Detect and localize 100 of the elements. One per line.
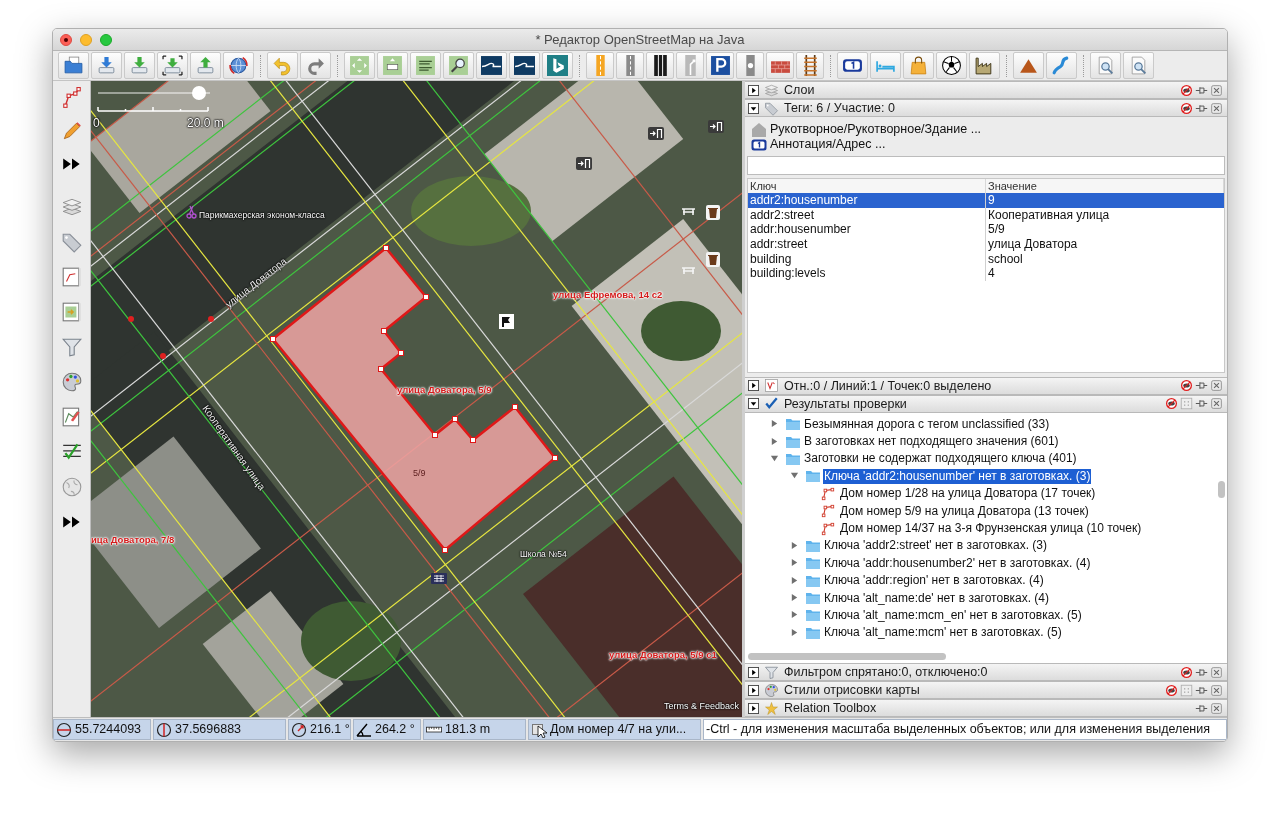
open-location-button[interactable] <box>91 52 122 79</box>
table-row[interactable]: building:levels 4 <box>748 266 1224 282</box>
close-icon[interactable] <box>1210 83 1223 97</box>
expand-toggle-icon[interactable] <box>748 684 759 696</box>
expand-toggle-icon[interactable] <box>748 380 759 391</box>
expand-arrow-icon[interactable] <box>789 575 799 585</box>
hide-icon[interactable] <box>1180 101 1193 115</box>
layers-icon <box>764 82 779 98</box>
tree-item[interactable]: Ключа 'alt_name:de' нет в заготовках. (4) <box>823 590 1051 606</box>
close-icon[interactable] <box>1210 665 1223 679</box>
preset-button[interactable] <box>706 52 734 79</box>
horizontal-scrollbar-thumb[interactable] <box>748 652 946 660</box>
update-button[interactable] <box>223 52 254 79</box>
hide-icon[interactable] <box>1180 665 1193 679</box>
expand-arrow-icon[interactable] <box>789 593 799 603</box>
expand-arrow-icon[interactable] <box>769 436 779 446</box>
tree-item[interactable]: Ключа 'addr:housenumber2' нет в заготовках. (4) <box>823 555 1092 571</box>
table-row[interactable]: building school <box>748 251 1224 267</box>
longitude-icon <box>156 721 172 738</box>
map-edit-icon[interactable] <box>60 405 83 428</box>
vertical-scrollbar-thumb[interactable] <box>1217 480 1225 498</box>
search-field[interactable] <box>747 156 1225 175</box>
hide-icon[interactable] <box>1180 83 1193 97</box>
tree-item[interactable]: Ключа 'addr:region' нет в заготовках. (4) <box>823 573 1045 589</box>
imagery-button[interactable] <box>509 52 540 79</box>
imagery-list-icon[interactable] <box>60 300 83 323</box>
collapse-toggle-icon[interactable] <box>748 398 759 409</box>
pin-icon[interactable] <box>1195 379 1208 392</box>
angle-value: 264.2 ° <box>375 721 415 739</box>
table-cell-text: улица Доватора <box>987 237 1079 252</box>
table-row[interactable]: addr2:street Кооперативная улица <box>748 207 1224 223</box>
tree-item[interactable]: Ключа 'alt_name:mcm_en' нет в заготовках. (5) <box>823 608 1083 623</box>
table-row[interactable]: addr2:housenumber 9 <box>748 193 1224 208</box>
tree-item[interactable]: Ключа 'addr2:street' нет в заготовках. (3) <box>823 538 1048 554</box>
folder-icon <box>805 591 821 606</box>
upload-button[interactable] <box>190 52 221 79</box>
folder-icon <box>805 538 821 553</box>
nodes-list-icon[interactable] <box>60 265 83 288</box>
open-button[interactable] <box>58 52 89 79</box>
bench-icon <box>681 206 696 216</box>
table-row[interactable]: addr:housenumber 5/9 <box>748 222 1224 238</box>
expand-toggle-icon[interactable] <box>748 702 759 714</box>
collapse-toggle-icon[interactable] <box>748 102 759 114</box>
close-icon[interactable] <box>1210 701 1223 715</box>
imagery-button[interactable] <box>410 52 441 79</box>
preset-button[interactable] <box>936 52 967 79</box>
hide-icon[interactable] <box>1180 379 1193 392</box>
tree-item[interactable]: Заготовки не содержат подходящего ключа (401) <box>803 451 1078 467</box>
tree-item[interactable]: Дом номер 14/37 на 3-я Фрунзенская улица (10 точек) <box>839 521 1143 537</box>
preset-button[interactable] <box>646 52 674 79</box>
expand-toggle-icon[interactable] <box>748 84 759 96</box>
tree-item[interactable]: В заготовках нет подходящего значения (601) <box>803 434 1060 450</box>
imagery-layer-icon <box>415 55 436 76</box>
way-nodes-icon[interactable] <box>60 86 83 109</box>
download-area-button[interactable] <box>157 52 188 79</box>
tree-item[interactable]: Дом номер 1/28 на улица Доватора (17 точек) <box>839 486 1097 502</box>
expand-arrow-icon[interactable] <box>789 540 799 550</box>
poi-label: Школа №54 <box>520 548 567 560</box>
tree-item[interactable]: Ключа 'addr2:housenumber' нет в заготовках. (3) <box>823 468 1092 484</box>
collapse-arrow-icon[interactable] <box>789 471 799 481</box>
undo-icon <box>272 55 293 76</box>
entrance-icon <box>648 127 664 140</box>
tree-item[interactable]: Ключа 'alt_name:mcm' нет в заготовках. (5) <box>823 625 1063 641</box>
preset-button[interactable] <box>969 52 1000 79</box>
pencil-icon[interactable] <box>60 119 83 142</box>
hide-icon[interactable] <box>1165 397 1178 410</box>
imagery-button[interactable] <box>476 52 507 79</box>
expand-arrow-icon[interactable] <box>789 627 799 637</box>
redo-button[interactable] <box>300 52 331 79</box>
imagery-icon <box>514 55 535 76</box>
collapse-arrow-icon[interactable] <box>769 453 779 463</box>
folder-icon <box>785 451 801 466</box>
preset-button[interactable] <box>796 52 824 79</box>
close-icon[interactable] <box>1210 101 1223 115</box>
zoom-selection-button[interactable] <box>377 52 408 79</box>
close-icon[interactable] <box>1210 379 1223 392</box>
magnifier-icon <box>448 55 469 76</box>
download-button[interactable] <box>124 52 155 79</box>
pin-icon[interactable] <box>1195 397 1208 410</box>
zoom-button[interactable] <box>1123 52 1154 79</box>
zoom-button[interactable] <box>1090 52 1121 79</box>
expand-arrow-icon[interactable] <box>789 610 799 620</box>
tree-item[interactable]: Дом номер 5/9 на улица Доватора (13 точек) <box>839 503 1090 519</box>
palette-icon[interactable] <box>60 370 83 393</box>
expand-arrow-icon[interactable] <box>789 558 799 568</box>
hide-icon[interactable] <box>1165 683 1178 697</box>
map-search-button[interactable] <box>443 52 474 79</box>
preset-button[interactable] <box>837 52 868 79</box>
table-cell: building <box>748 251 986 267</box>
close-icon[interactable] <box>1210 397 1223 410</box>
close-icon[interactable] <box>1210 683 1223 697</box>
table-row[interactable]: addr:street улица Доватора <box>748 237 1224 252</box>
expand-arrow-icon[interactable] <box>769 419 779 429</box>
tree-item[interactable]: Безымянная дорога с тегом unclassified (33) <box>803 416 1051 432</box>
way-icon <box>821 504 835 519</box>
expand-toggle-icon[interactable] <box>748 666 759 678</box>
table-cell: building:levels <box>748 266 986 282</box>
table-cell-text: 5/9 <box>987 222 1006 238</box>
close-window-button[interactable] <box>60 33 72 46</box>
attribution-link[interactable]: Terms & Feedback <box>663 699 739 713</box>
